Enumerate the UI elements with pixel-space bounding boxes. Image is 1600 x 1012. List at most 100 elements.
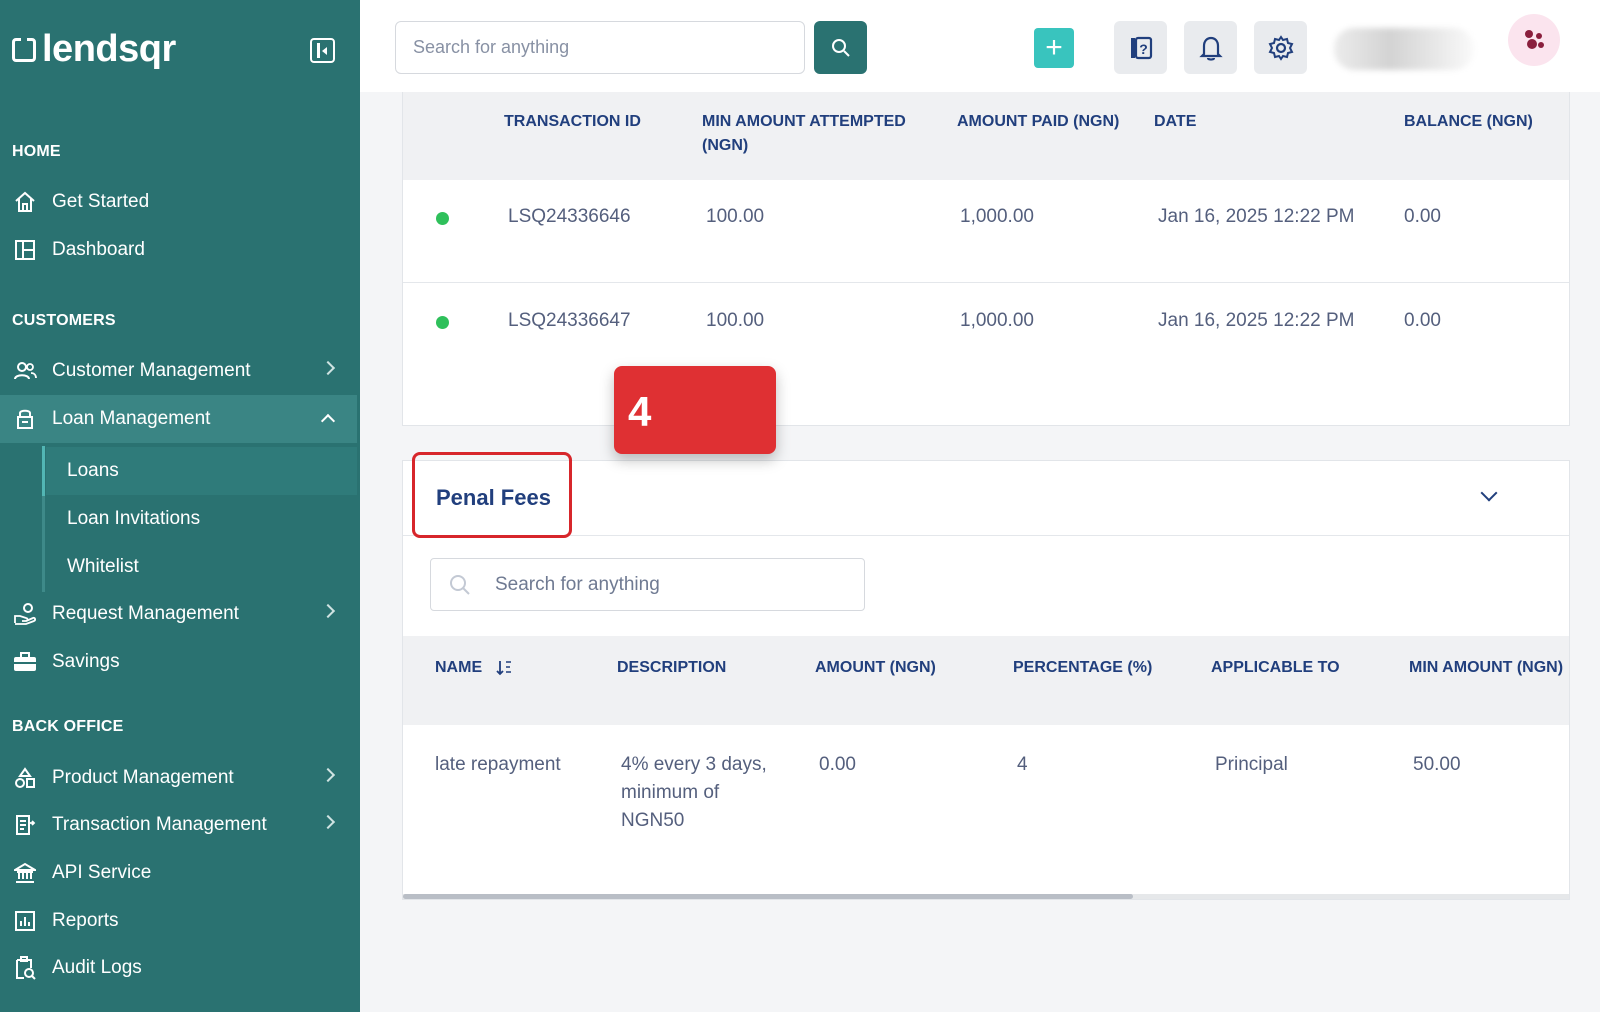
sidebar-item-loan-management[interactable]: Loan Management (0, 395, 357, 443)
shapes-icon (12, 765, 38, 791)
min-amount: 100.00 (706, 310, 765, 331)
row-divider (403, 282, 1569, 283)
sidebar-item-audit-logs[interactable]: Audit Logs (0, 944, 357, 992)
sidebar-item-request-management[interactable]: Request Management (0, 590, 357, 638)
fee-amount: 0.00 (819, 754, 856, 775)
scrollbar-thumb[interactable] (403, 894, 1133, 899)
sidebar-subitem-loan-invitations[interactable]: Loan Invitations (46, 495, 357, 543)
column-header-amount: AMOUNT (NGN) (815, 659, 936, 676)
sidebar-item-label: Reports (52, 910, 119, 931)
date: Jan 16, 2025 12:22 PM (1158, 206, 1355, 227)
transaction-icon (12, 812, 38, 838)
penal-fees-table-header: NAME DESCRIPTION AMOUNT (NGN) PERCENTAGE… (403, 636, 1569, 725)
gear-icon (1268, 34, 1293, 61)
sidebar-item-reports[interactable]: Reports (0, 897, 357, 945)
sidebar-item-transaction-management[interactable]: Transaction Management (0, 801, 357, 849)
sidebar-subitem-loans[interactable]: Loans (46, 447, 357, 495)
sidebar-item-label: API Service (52, 862, 152, 883)
column-header-transaction-id: TRANSACTION ID (504, 113, 641, 130)
min-amount: 100.00 (706, 206, 765, 227)
chevron-down-icon[interactable] (1480, 484, 1498, 502)
settings-button[interactable] (1254, 21, 1307, 74)
bank-icon (12, 860, 38, 886)
help-book-icon: ? (1130, 36, 1152, 59)
sidebar-item-label: Loan Management (52, 408, 211, 429)
chevron-up-icon (320, 413, 336, 429)
sidebar-item-dashboard[interactable]: Dashboard (0, 226, 357, 274)
sidebar-subitem-whitelist[interactable]: Whitelist (46, 543, 357, 591)
column-header-name[interactable]: NAME (435, 656, 512, 680)
users-icon (12, 358, 38, 384)
status-dot (436, 316, 449, 329)
balance: 0.00 (1404, 310, 1441, 331)
search-icon (831, 38, 850, 57)
chevron-right-icon (320, 814, 336, 830)
sidebar-item-savings[interactable]: Savings (0, 638, 357, 686)
sidebar-item-label: Dashboard (52, 239, 145, 260)
fee-percentage: 4 (1017, 754, 1028, 775)
search-button[interactable] (814, 21, 867, 74)
collapse-sidebar-icon[interactable] (310, 38, 335, 63)
penal-fees-panel: Penal Fees Search for anything NAME DESC… (402, 460, 1570, 900)
sort-icon[interactable] (496, 659, 512, 677)
section-title-back-office: BACK OFFICE (12, 718, 124, 735)
horizontal-scrollbar[interactable] (403, 894, 1569, 899)
column-header-label: NAME (435, 659, 483, 676)
sidebar: lendsqr HOME Get Started Dashboard CUSTO… (0, 0, 360, 1012)
chevron-right-icon (320, 603, 336, 619)
chevron-right-icon (320, 767, 336, 783)
home-icon (12, 189, 38, 215)
avatar[interactable] (1508, 14, 1560, 66)
help-button[interactable]: ? (1114, 21, 1167, 74)
transactions-table-header: TRANSACTION ID MIN AMOUNT ATTEMPTED (NGN… (403, 92, 1569, 180)
column-header-min-amount-attempted: MIN AMOUNT ATTEMPTED (NGN) (702, 113, 906, 154)
logo[interactable]: lendsqr (12, 28, 176, 71)
submenu-line (42, 446, 45, 592)
transaction-id: LSQ24336647 (508, 310, 631, 331)
fee-description: 4% every 3 days, minimum of NGN50 (621, 754, 767, 831)
sidebar-item-customer-management[interactable]: Customer Management (0, 347, 357, 395)
sidebar-item-get-started[interactable]: Get Started (0, 178, 357, 226)
step-callout-badge: 4 (614, 366, 776, 454)
sidebar-item-label: Transaction Management (52, 814, 267, 835)
request-icon (12, 601, 38, 627)
notifications-button[interactable] (1184, 21, 1237, 74)
balance: 0.00 (1404, 206, 1441, 227)
penal-fees-highlight (412, 452, 572, 538)
sidebar-item-label: Request Management (52, 603, 239, 624)
sidebar-item-label: Savings (52, 651, 120, 672)
add-button[interactable]: + (1034, 28, 1074, 68)
sidebar-item-label: Customer Management (52, 360, 251, 381)
sidebar-item-api-service[interactable]: API Service (0, 849, 357, 897)
status-dot (436, 212, 449, 225)
search-icon (450, 575, 470, 595)
column-header-amount-paid: AMOUNT PAID (NGN) (957, 113, 1120, 130)
search-placeholder: Search for anything (495, 573, 660, 595)
sidebar-item-product-management[interactable]: Product Management (0, 754, 357, 802)
penal-fees-search-input[interactable]: Search for anything (430, 558, 865, 611)
transaction-id: LSQ24336646 (508, 206, 631, 227)
reports-icon (12, 908, 38, 934)
svg-text:?: ? (1139, 41, 1148, 57)
global-search-input[interactable]: Search for anything (395, 21, 805, 74)
column-header-applicable-to: APPLICABLE TO (1211, 659, 1340, 676)
sidebar-item-label: Audit Logs (52, 957, 142, 978)
column-header-min-amount: MIN AMOUNT (NGN) (1409, 659, 1564, 676)
dashboard-icon (12, 237, 38, 263)
sidebar-item-label: Get Started (52, 191, 150, 212)
logo-text: lendsqr (42, 28, 176, 70)
fee-applicable-to: Principal (1215, 754, 1288, 775)
user-name-blurred[interactable] (1334, 28, 1474, 70)
column-header-percentage: PERCENTAGE (%) (1013, 659, 1153, 676)
transactions-table: TRANSACTION ID MIN AMOUNT ATTEMPTED (NGN… (402, 92, 1570, 426)
fee-min-amount: 50.00 (1413, 754, 1461, 775)
sidebar-item-label: Product Management (52, 767, 234, 788)
date: Jan 16, 2025 12:22 PM (1158, 310, 1355, 331)
penal-fees-header[interactable]: Penal Fees (403, 461, 1569, 536)
loan-icon (12, 406, 38, 432)
column-header-balance: BALANCE (NGN) (1404, 113, 1533, 130)
audit-icon (12, 955, 38, 981)
fee-name: late repayment (435, 754, 561, 775)
bell-icon (1198, 36, 1223, 61)
briefcase-icon (12, 649, 38, 675)
